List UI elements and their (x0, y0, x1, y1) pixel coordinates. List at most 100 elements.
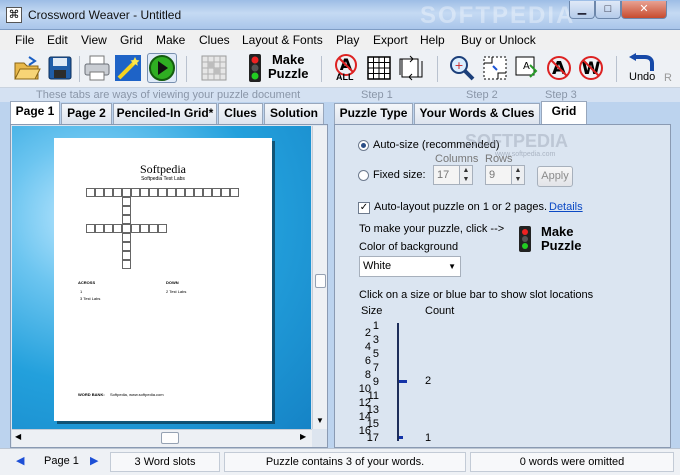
chevron-down-icon: ▼ (448, 262, 456, 271)
menu-export[interactable]: Export (373, 33, 408, 47)
rotate-grid-icon[interactable] (396, 53, 426, 83)
slot-bar-size-9[interactable] (399, 380, 407, 383)
puzzle-contains-status: Puzzle contains 3 of your words. (224, 452, 466, 472)
background-color-select[interactable]: White ▼ (359, 256, 461, 277)
open-icon[interactable] (12, 53, 42, 83)
background-color-label: Color of background (359, 241, 459, 253)
menu-clues[interactable]: Clues (199, 33, 230, 47)
rows-spinner[interactable]: ▲ ▼ (511, 165, 525, 185)
menu-view[interactable]: View (81, 33, 107, 47)
autosize-radio[interactable] (358, 140, 369, 151)
toolbar-separator (437, 56, 438, 82)
magic-wand-icon[interactable] (113, 53, 143, 83)
size-column-header: Size (361, 305, 383, 317)
tab-page-2[interactable]: Page 2 (61, 103, 112, 124)
make-puzzle-inline-button[interactable]: Make Puzzle (541, 225, 581, 253)
play-icon[interactable] (147, 53, 177, 83)
preview-crossword-grid (86, 188, 246, 288)
svg-text:A: A (523, 61, 530, 72)
auto-layout-checkbox[interactable]: ✓ (358, 202, 370, 214)
vertical-scroll-thumb[interactable] (315, 274, 326, 288)
columns-spinner[interactable]: ▲ ▼ (459, 165, 473, 185)
preview-background: Softpedia Softpedia Test Labs ACROSS DOW… (12, 126, 311, 429)
tab-penciled-in-grid[interactable]: Penciled-In Grid* (113, 103, 217, 124)
slot-size-list: 1 2 3 4 5 6 7 8 9 10 11 12 13 14 15 16 1… (357, 320, 417, 444)
traffic-light-icon[interactable] (246, 53, 264, 83)
toolbar-separator (616, 56, 617, 82)
menu-grid[interactable]: Grid (120, 33, 143, 47)
undo-button[interactable]: Undo (626, 53, 660, 87)
auto-all-icon[interactable]: A ALL (331, 53, 361, 83)
slot-locations-hint: Click on a size or blue bar to show slot… (359, 289, 594, 301)
menu-buy-unlock[interactable]: Buy or Unlock (461, 33, 536, 47)
rows-input[interactable]: 9 (485, 165, 513, 185)
grid-settings-panel: Auto-size (recommended) SOFTPEDIA www.so… (334, 124, 671, 448)
scroll-left-arrow-icon[interactable]: ◀ (15, 432, 21, 441)
apply-button[interactable]: Apply (537, 166, 573, 187)
tab-solution[interactable]: Solution (264, 103, 324, 124)
scroll-down-arrow-icon[interactable]: ▼ (316, 416, 324, 425)
save-icon[interactable] (45, 53, 75, 83)
grid-settings-content: Auto-size (recommended) SOFTPEDIA www.so… (335, 125, 670, 447)
preview-down-clue: 2 Test Labs (166, 289, 187, 294)
rows-label: Rows (485, 153, 513, 165)
step1-label: Step 1 (361, 89, 393, 101)
undo-label: Undo (629, 71, 656, 83)
close-button[interactable]: ✕ (621, 1, 667, 19)
no-a-icon[interactable]: A (544, 53, 574, 83)
menu-file[interactable]: File (15, 33, 34, 47)
print-icon[interactable] (82, 53, 112, 83)
menu-layout-fonts[interactable]: Layout & Fonts (242, 33, 323, 47)
horizontal-scroll-thumb[interactable] (161, 432, 179, 444)
scroll-right-arrow-icon[interactable]: ▶ (300, 432, 306, 441)
hint-row: These tabs are ways of viewing your puzz… (0, 88, 680, 102)
next-page-icon[interactable]: ▶ (90, 452, 98, 470)
columns-label: Columns (435, 153, 479, 165)
menu-bar: File Edit View Grid Make Clues Layout & … (0, 30, 680, 50)
fit-grid-icon[interactable] (480, 53, 510, 83)
toolbar: Make Puzzle A ALL + A A W Undo R (0, 50, 680, 88)
vertical-scrollbar[interactable]: ▼ (312, 126, 327, 429)
tab-page-1[interactable]: Page 1 (10, 101, 60, 124)
preview-word-bank-values: Softpedia, www.softpedia.com (110, 392, 164, 397)
columns-input[interactable]: 17 (433, 165, 461, 185)
grid-icon[interactable] (364, 53, 394, 83)
menu-edit[interactable]: Edit (47, 33, 68, 47)
add-word-icon[interactable]: A (512, 53, 542, 83)
prev-page-icon[interactable]: ◀ (16, 452, 24, 470)
details-link[interactable]: Details (549, 201, 583, 213)
preview-down-header: DOWN (166, 280, 179, 285)
watermark: SOFTPEDIA (420, 2, 576, 29)
preview-page[interactable]: Softpedia Softpedia Test Labs ACROSS DOW… (54, 138, 272, 421)
words-omitted-status: 0 words were omitted (470, 452, 674, 472)
slot-bar-size-17[interactable] (399, 436, 403, 439)
tab-your-words-clues[interactable]: Your Words & Clues (414, 103, 540, 124)
menu-make[interactable]: Make (156, 33, 185, 47)
make-puzzle-button[interactable]: Make Puzzle (268, 53, 308, 81)
toolbar-separator (186, 56, 187, 82)
menu-play[interactable]: Play (336, 33, 359, 47)
step3-label: Step 3 (545, 89, 577, 101)
undo-arrow-icon (629, 53, 654, 71)
no-w-icon[interactable]: W (576, 53, 606, 83)
tab-grid[interactable]: Grid (541, 101, 587, 124)
slot-size-17[interactable]: 17 (365, 432, 379, 444)
preview-word-bank-label: WORD BANK: (78, 392, 105, 397)
minimize-button[interactable]: ▁ (569, 1, 595, 19)
preview-across-header: ACROSS (78, 280, 96, 285)
fixed-size-radio[interactable] (358, 170, 369, 181)
make-puzzle-label: Make (541, 224, 574, 239)
maximize-button[interactable]: □ (595, 1, 621, 19)
background-color-value: White (363, 260, 392, 272)
zoom-icon[interactable]: + (447, 53, 477, 83)
page-preview-panel: Softpedia Softpedia Test Labs ACROSS DOW… (10, 124, 328, 448)
tab-puzzle-type[interactable]: Puzzle Type (334, 103, 413, 124)
tab-clues[interactable]: Clues (218, 103, 263, 124)
horizontal-scrollbar[interactable]: ◀ ▶ (12, 429, 312, 447)
svg-text:+: + (454, 59, 463, 72)
grid-pattern-icon[interactable] (199, 53, 229, 83)
toolbar-separator (321, 56, 322, 82)
preview-subtitle: Softpedia Test Labs (141, 176, 185, 182)
word-slots-status: 3 Word slots (110, 452, 220, 472)
menu-help[interactable]: Help (420, 33, 445, 47)
